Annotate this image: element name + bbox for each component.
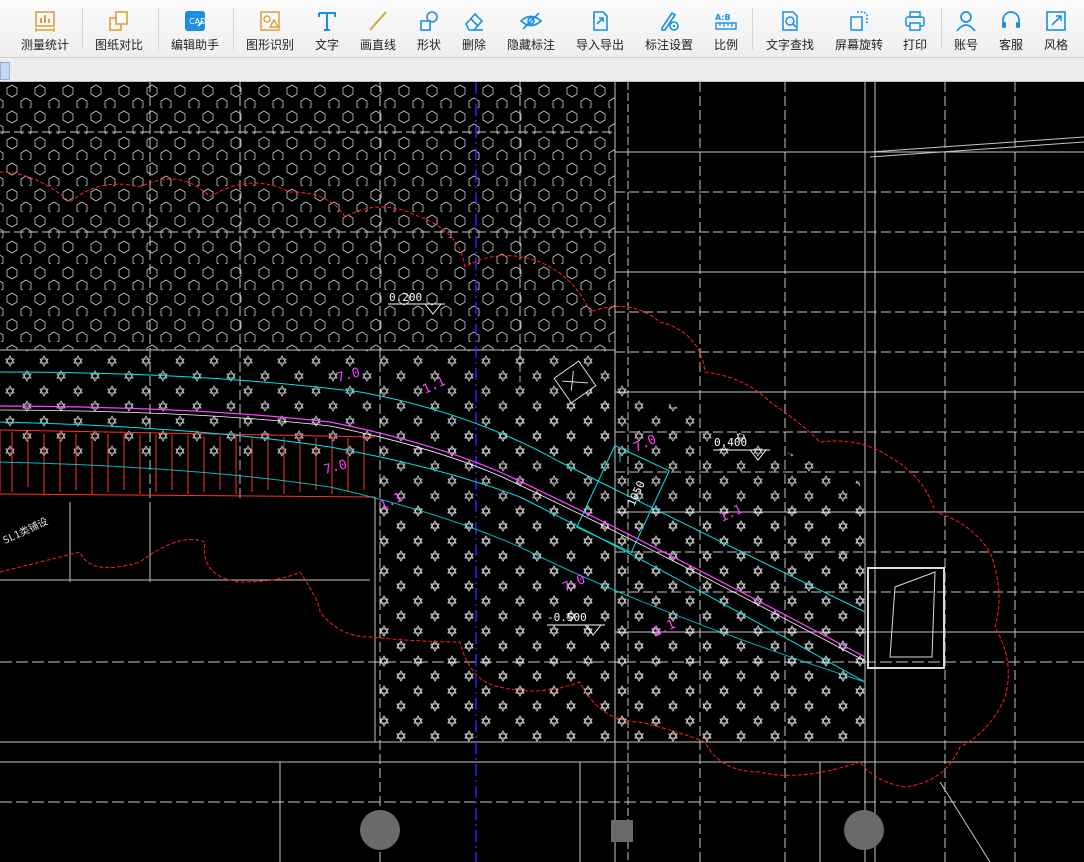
draw-line-label: 画直线 <box>359 38 396 52</box>
account-label: 账号 <box>953 38 978 52</box>
import-export-button[interactable]: 导入导出 <box>572 0 628 58</box>
shape-recognition-label: 图形识别 <box>245 38 294 52</box>
toolbar-separator <box>941 8 942 50</box>
hide-annotation-label: 隐藏标注 <box>506 38 555 52</box>
text-search-icon <box>777 8 803 34</box>
measure-stats-icon <box>32 8 58 34</box>
toolbar-separator <box>82 8 83 50</box>
shape-label: 形状 <box>416 38 441 52</box>
delete-button[interactable]: 删除 <box>457 0 491 58</box>
hex-hatch-area <box>0 82 615 350</box>
drawing-canvas[interactable]: 0.200 0.400 -0.500 1050 7.0 1.1 7.0 1.1 … <box>0 82 1084 862</box>
column-circle <box>360 810 400 850</box>
column-circle <box>844 810 884 850</box>
toolbar-separator <box>158 8 159 50</box>
cad-drawing: 0.200 0.400 -0.500 1050 7.0 1.1 7.0 1.1 … <box>0 82 1084 862</box>
style-label: 风格 <box>1043 38 1068 52</box>
edit-assistant-icon: CAD <box>182 8 208 34</box>
account-button[interactable]: 账号 <box>950 0 982 58</box>
measure-stats-label: 测量统计 <box>20 38 69 52</box>
text-button[interactable]: 文字 <box>310 0 344 58</box>
compare-drawings-button[interactable]: 图纸对比 <box>90 0 148 58</box>
compare-drawings-icon <box>106 8 132 34</box>
annotation-settings-button[interactable]: 标注设置 <box>641 0 697 58</box>
style-button[interactable]: 风格 <box>1040 0 1072 58</box>
elevation-text-3: -0.500 <box>547 611 587 624</box>
edit-assistant-label: 编辑助手 <box>170 38 219 52</box>
shape-button[interactable]: 形状 <box>412 0 446 58</box>
hide-annotation-button[interactable]: 隐藏标注 <box>503 0 559 58</box>
customer-service-button[interactable]: 客服 <box>995 0 1027 58</box>
print-label: 打印 <box>902 38 927 52</box>
text-icon <box>314 8 340 34</box>
compare-drawings-label: 图纸对比 <box>94 38 143 52</box>
screen-rotate-icon <box>846 8 872 34</box>
style-icon <box>1043 8 1069 34</box>
import-export-label: 导入导出 <box>575 38 624 52</box>
left-note-text: SL1类铺设 <box>1 515 50 547</box>
draw-line-icon <box>365 8 391 34</box>
svg-text:A:B: A:B <box>715 13 731 22</box>
import-export-icon <box>587 8 613 34</box>
edit-assistant-button[interactable]: CAD 编辑助手 <box>166 0 224 58</box>
customer-service-icon <box>998 8 1024 34</box>
annotation-settings-label: 标注设置 <box>644 38 693 52</box>
eraser-icon <box>461 8 487 34</box>
shape-recognition-icon <box>257 8 283 34</box>
scale-icon: A:B <box>713 8 739 34</box>
svg-text:CAD: CAD <box>189 17 206 26</box>
toolbar-separator <box>233 8 234 50</box>
hide-annotation-icon <box>518 8 544 34</box>
text-search-label: 文字查找 <box>765 38 814 52</box>
screen-rotate-button[interactable]: 屏幕旋转 <box>831 0 887 58</box>
toolbar-separator <box>752 8 753 50</box>
top-toolbar: 测量统计 图纸对比 CAD 编辑助手 图形识别 文字 画直线 形状 删除 隐藏标… <box>0 0 1084 58</box>
account-icon <box>953 8 979 34</box>
annotation-settings-icon <box>656 8 682 34</box>
shape-icon <box>416 8 442 34</box>
scale-button[interactable]: A:B 比例 <box>709 0 743 58</box>
print-button[interactable]: 打印 <box>898 0 932 58</box>
column-square-marker <box>611 820 633 842</box>
scale-label: 比例 <box>713 38 738 52</box>
document-tab-strip <box>0 58 1084 82</box>
customer-service-label: 客服 <box>998 38 1023 52</box>
shape-recognition-button[interactable]: 图形识别 <box>241 0 299 58</box>
screen-rotate-label: 屏幕旋转 <box>834 38 883 52</box>
svg-text:7.0: 7.0 <box>322 457 349 478</box>
elevation-text-2: 0.400 <box>714 436 747 449</box>
draw-line-button[interactable]: 画直线 <box>356 0 400 58</box>
text-label: 文字 <box>314 38 339 52</box>
delete-label: 删除 <box>461 38 486 52</box>
text-search-button[interactable]: 文字查找 <box>762 0 818 58</box>
measure-stats-button[interactable]: 测量统计 <box>14 0 76 58</box>
print-icon <box>902 8 928 34</box>
elevation-text-1: 0.200 <box>389 291 422 304</box>
document-tab[interactable] <box>0 62 10 80</box>
